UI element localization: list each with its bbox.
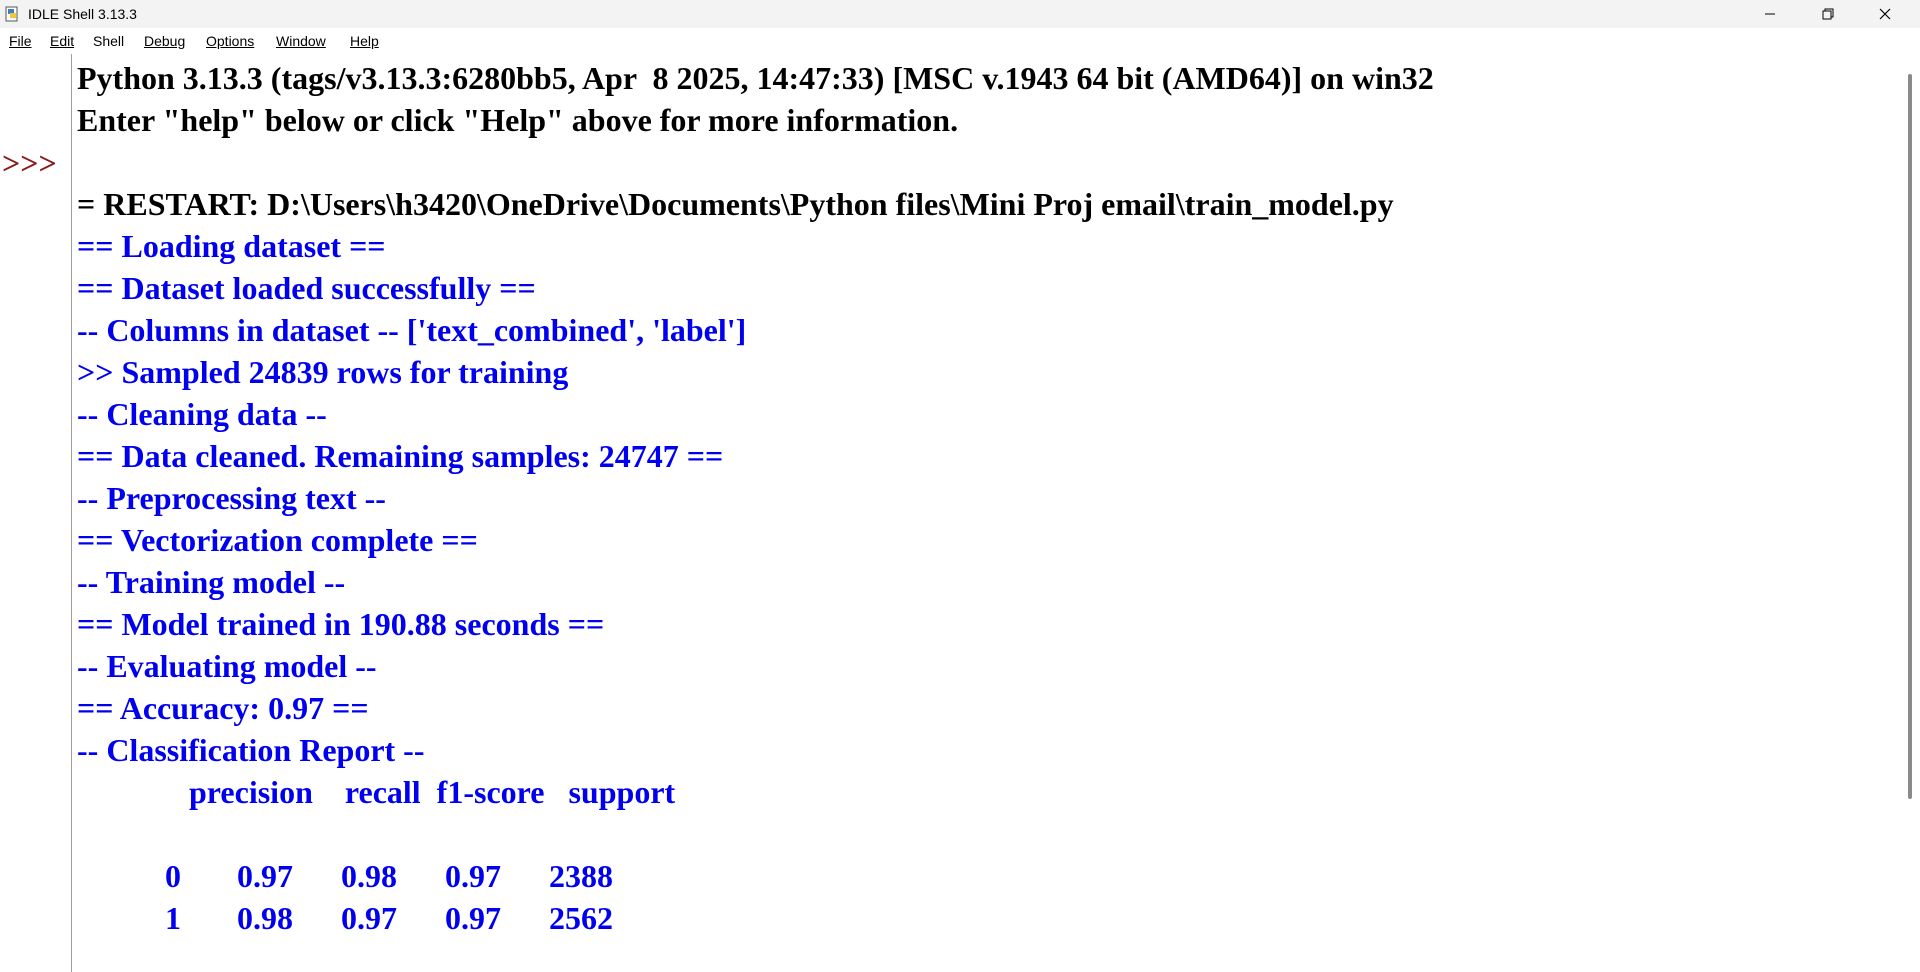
- menu-bar: File Edit Shell Debug Options Window Hel…: [0, 28, 1920, 54]
- restore-button[interactable]: [1805, 0, 1851, 28]
- menu-window-label: Window: [276, 33, 326, 49]
- output-line: -- Cleaning data --: [77, 396, 327, 432]
- output-line: -- Training model --: [77, 564, 346, 600]
- menu-help-label: Help: [350, 33, 379, 49]
- menu-help[interactable]: Help: [350, 33, 379, 49]
- prompt-gutter: >>>: [0, 54, 72, 972]
- title-bar: IDLE Shell 3.13.3: [0, 0, 1920, 28]
- output-line: == Loading dataset ==: [77, 228, 386, 264]
- shell-prompt: >>>: [2, 145, 57, 181]
- window-title: IDLE Shell 3.13.3: [28, 6, 137, 22]
- report-row-0: 0 0.97 0.98 0.97 2388: [77, 858, 613, 894]
- close-button[interactable]: [1862, 0, 1908, 28]
- menu-options[interactable]: Options: [206, 33, 254, 49]
- output-line: == Vectorization complete ==: [77, 522, 478, 558]
- header-line-2: Enter "help" below or click "Help" above…: [77, 102, 959, 138]
- output-line: -- Classification Report --: [77, 732, 425, 768]
- menu-edit-label: Edit: [50, 33, 75, 49]
- close-icon: [1879, 8, 1891, 20]
- output-line: == Model trained in 190.88 seconds ==: [77, 606, 605, 642]
- output-line: == Data cleaned. Remaining samples: 2474…: [77, 438, 724, 474]
- output-line: >> Sampled 24839 rows for training: [77, 354, 569, 390]
- menu-shell-label: Shell: [93, 33, 125, 49]
- restore-icon: [1822, 8, 1834, 20]
- report-row-1: 1 0.98 0.97 0.97 2562: [77, 900, 613, 936]
- menu-shell[interactable]: Shell: [93, 33, 124, 49]
- output-line: -- Evaluating model --: [77, 648, 377, 684]
- vertical-scrollbar[interactable]: [1900, 54, 1920, 972]
- output-line: == Accuracy: 0.97 ==: [77, 690, 369, 726]
- minimize-button[interactable]: [1747, 0, 1793, 28]
- menu-options-label: Options: [206, 33, 255, 49]
- restart-line: = RESTART: D:\Users\h3420\OneDrive\Docum…: [77, 186, 1394, 222]
- output-line: == Dataset loaded successfully ==: [77, 270, 536, 306]
- output-line: -- Preprocessing text --: [77, 480, 386, 516]
- menu-debug[interactable]: Debug: [144, 33, 185, 49]
- menu-edit[interactable]: Edit: [50, 33, 74, 49]
- minimize-icon: [1765, 13, 1775, 15]
- menu-debug-label: Debug: [144, 33, 186, 49]
- output-line: -- Columns in dataset -- ['text_combined…: [77, 312, 747, 348]
- menu-file[interactable]: File: [9, 33, 32, 49]
- report-header-line: precision recall f1-score support: [77, 774, 676, 810]
- menu-file-label: File: [9, 33, 32, 49]
- shell-text-area[interactable]: Python 3.13.3 (tags/v3.13.3:6280bb5, Apr…: [72, 54, 1900, 972]
- scrollbar-thumb[interactable]: [1908, 74, 1912, 799]
- idle-python-icon: [5, 6, 18, 22]
- menu-window[interactable]: Window: [276, 33, 326, 49]
- header-line-1: Python 3.13.3 (tags/v3.13.3:6280bb5, Apr…: [77, 60, 1434, 96]
